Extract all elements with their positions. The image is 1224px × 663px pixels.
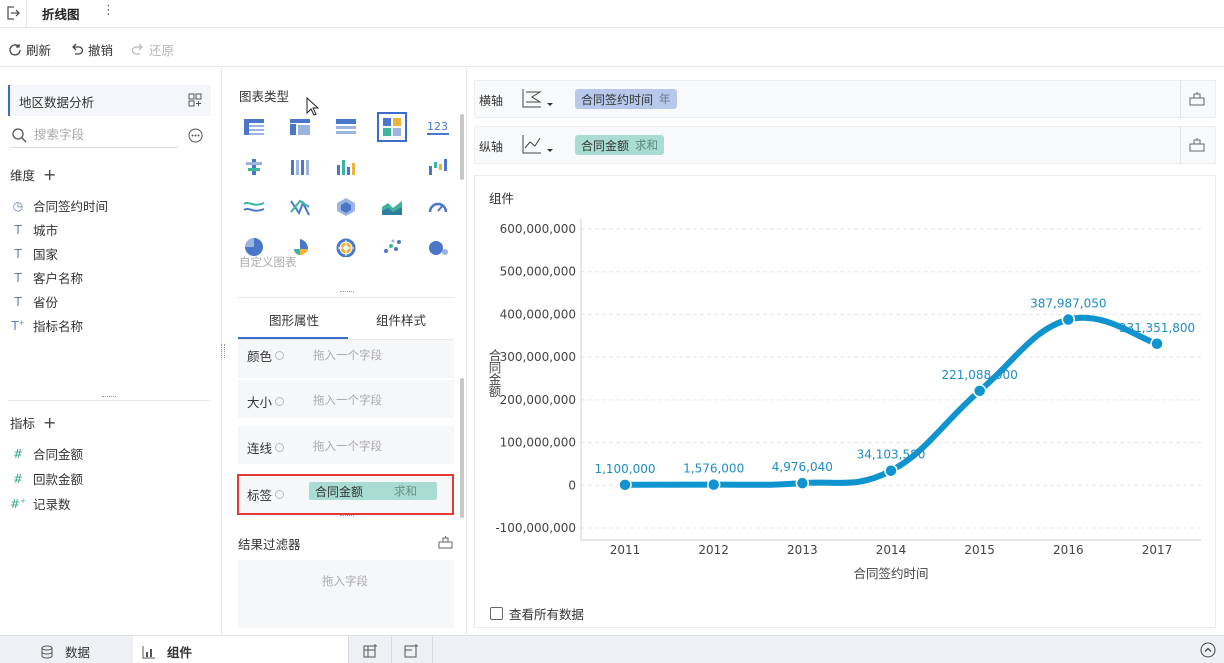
x-tick-label: 2011 — [610, 543, 641, 557]
x-tick-label: 2017 — [1142, 543, 1173, 557]
y-axis-title: 合同金额 — [489, 348, 502, 399]
data-point — [1150, 337, 1164, 351]
data-point — [884, 463, 898, 478]
y-tick-label: 500,000,000 — [500, 265, 576, 279]
y-tick-label: -100,000,000 — [495, 521, 576, 535]
collapse-up-icon[interactable] — [1200, 642, 1216, 658]
add-component-icon[interactable] — [363, 643, 378, 658]
data-label: 387,987,050 — [1030, 297, 1106, 311]
y-tick-label: 300,000,000 — [500, 350, 576, 364]
x-tick-label: 2014 — [876, 543, 907, 557]
data-point — [795, 476, 810, 490]
bottom-divider — [348, 636, 349, 663]
data-tab-label: 数据 — [65, 645, 91, 660]
show-all-data-checkbox[interactable]: 查看所有数据 — [490, 604, 584, 623]
data-label: 4,976,040 — [772, 460, 833, 474]
data-label: 1,576,000 — [683, 462, 744, 476]
bottom-divider — [391, 636, 392, 663]
add-dashboard-icon[interactable] — [404, 643, 419, 658]
bottom-divider — [432, 636, 433, 663]
bar-chart-icon — [142, 645, 155, 658]
x-tick-label: 2013 — [787, 543, 818, 557]
x-tick-label: 2015 — [964, 543, 995, 557]
line-chart: 600,000,000 500,000,000 400,000,000 300,000… — [489, 219, 1201, 581]
y-tick-label: 600,000,000 — [500, 222, 576, 236]
x-tick-label: 2016 — [1053, 543, 1084, 557]
y-tick-label: 200,000,000 — [500, 393, 576, 407]
y-tick-label: 100,000,000 — [500, 436, 576, 450]
data-point — [1061, 312, 1076, 327]
data-tab[interactable]: 数据 — [40, 642, 90, 661]
data-point — [706, 477, 721, 492]
x-tick-label: 2012 — [698, 543, 729, 557]
data-point — [972, 384, 987, 398]
database-icon — [41, 645, 53, 659]
y-tick-label: 0 — [568, 478, 576, 492]
component-tab[interactable]: 组件 — [142, 642, 192, 661]
data-label: 1,100,000 — [594, 462, 655, 476]
checkbox-box[interactable] — [490, 607, 503, 620]
data-point — [618, 478, 632, 492]
component-tab-label: 组件 — [167, 645, 193, 660]
data-label: 331,351,800 — [1119, 321, 1195, 335]
x-axis-title: 合同签约时间 — [853, 566, 928, 581]
show-all-data-label: 查看所有数据 — [509, 607, 585, 622]
data-label: 221,088,000 — [941, 368, 1017, 382]
data-label: 34,103,580 — [857, 448, 926, 462]
y-tick-label: 400,000,000 — [500, 307, 576, 321]
